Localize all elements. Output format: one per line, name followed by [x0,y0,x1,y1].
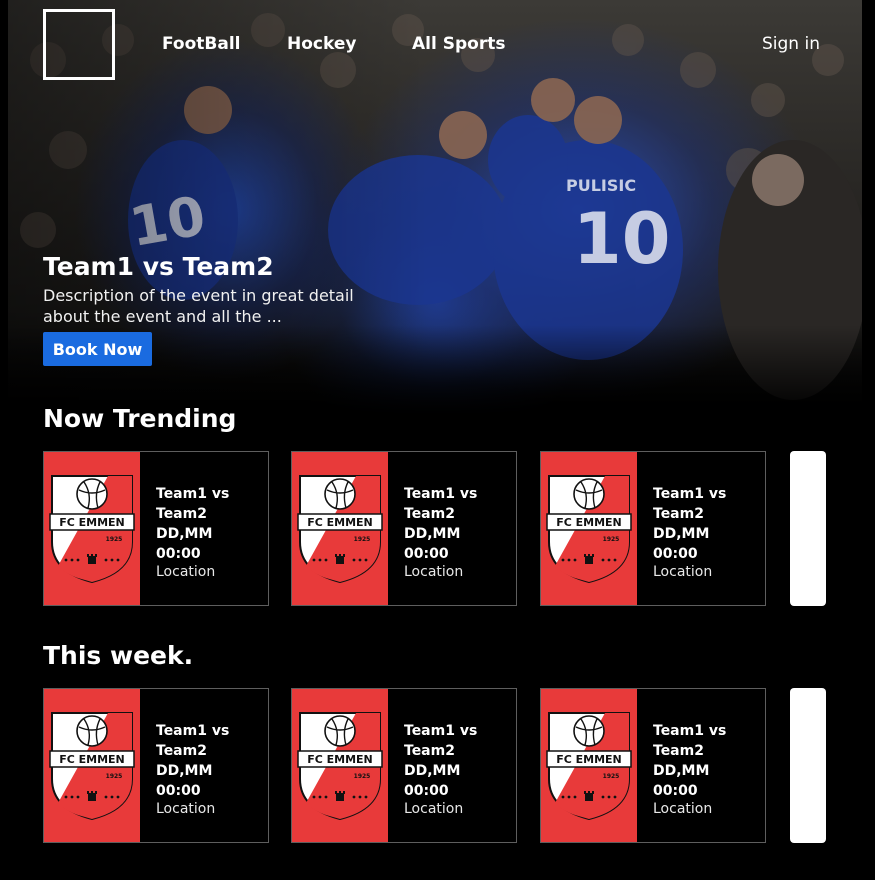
svg-text:FC EMMEN: FC EMMEN [59,516,125,529]
club-badge: FC EMMEN 1925 [44,452,140,605]
jersey-number-right: 10 [573,198,671,280]
nav-link-football[interactable]: FootBall [162,34,241,54]
event-card[interactable]: FC EMMEN 1925 Team1 vs Team2 DD,MM 00:00 … [540,688,766,843]
svg-text:1925: 1925 [354,536,371,543]
svg-text:1925: 1925 [354,773,371,780]
fc-emmen-crest-icon: FC EMMEN 1925 [546,474,632,583]
event-card-peek[interactable] [790,451,826,606]
event-date: DD,MM [404,763,461,779]
event-time: 00:00 [156,546,201,562]
event-location: Location [653,564,713,580]
svg-text:FC EMMEN: FC EMMEN [307,753,373,766]
event-teams: Team1 vs Team2 [653,486,727,522]
this-week-row: FC EMMEN 1925 Team1 vs Team2 DD,MM 00:00 … [43,688,833,843]
event-card[interactable]: FC EMMEN 1925 Team1 vs Team2 DD,MM 00:00 … [43,451,269,606]
book-now-button[interactable]: Book Now [43,332,152,366]
club-badge: FC EMMEN 1925 [44,689,140,842]
nav-link-hockey[interactable]: Hockey [287,34,356,54]
fc-emmen-crest-icon: FC EMMEN 1925 [546,711,632,820]
event-location: Location [156,564,216,580]
fc-emmen-crest-icon: FC EMMEN 1925 [297,711,383,820]
svg-text:FC EMMEN: FC EMMEN [556,753,622,766]
fc-emmen-crest-icon: FC EMMEN 1925 [49,474,135,583]
event-date: DD,MM [653,526,710,542]
club-badge: FC EMMEN 1925 [541,689,637,842]
event-teams: Team1 vs Team2 [156,723,230,759]
svg-text:1925: 1925 [106,536,123,543]
event-location: Location [653,801,713,817]
event-card[interactable]: FC EMMEN 1925 Team1 vs Team2 DD,MM 00:00 … [43,688,269,843]
trending-row: FC EMMEN 1925 Team1 vs Team2 DD,MM 00:00 … [43,451,833,606]
event-location: Location [156,801,216,817]
section-title-this-week: This week. [43,641,194,670]
event-teams: Team1 vs Team2 [404,486,478,522]
nav-link-all-sports[interactable]: All Sports [412,34,505,54]
hero-title: Team1 vs Team2 [43,252,274,281]
event-time: 00:00 [404,783,449,799]
event-time: 00:00 [404,546,449,562]
event-card[interactable]: FC EMMEN 1925 Team1 vs Team2 DD,MM 00:00 … [291,451,517,606]
svg-text:1925: 1925 [603,536,620,543]
event-teams: Team1 vs Team2 [404,723,478,759]
event-card-peek[interactable] [790,688,826,843]
svg-text:1925: 1925 [603,773,620,780]
event-date: DD,MM [653,763,710,779]
event-time: 00:00 [653,783,698,799]
section-title-trending: Now Trending [43,404,237,433]
event-teams: Team1 vs Team2 [156,486,230,522]
event-location: Location [404,564,464,580]
club-badge: FC EMMEN 1925 [541,452,637,605]
event-date: DD,MM [156,526,213,542]
jersey-name-right: PULISIC [566,176,637,195]
club-badge: FC EMMEN 1925 [292,452,388,605]
event-card[interactable]: FC EMMEN 1925 Team1 vs Team2 DD,MM 00:00 … [291,688,517,843]
svg-text:FC EMMEN: FC EMMEN [59,753,125,766]
event-card[interactable]: FC EMMEN 1925 Team1 vs Team2 DD,MM 00:00 … [540,451,766,606]
fc-emmen-crest-icon: FC EMMEN 1925 [297,474,383,583]
svg-text:FC EMMEN: FC EMMEN [307,516,373,529]
svg-text:FC EMMEN: FC EMMEN [556,516,622,529]
event-time: 00:00 [653,546,698,562]
sign-in-link[interactable]: Sign in [762,34,820,54]
svg-text:1925: 1925 [106,773,123,780]
event-date: DD,MM [404,526,461,542]
event-location: Location [404,801,464,817]
event-date: DD,MM [156,763,213,779]
fc-emmen-crest-icon: FC EMMEN 1925 [49,711,135,820]
logo-placeholder[interactable] [43,9,115,80]
club-badge: FC EMMEN 1925 [292,689,388,842]
hero-description: Description of the event in great detail… [43,286,354,326]
event-teams: Team1 vs Team2 [653,723,727,759]
event-time: 00:00 [156,783,201,799]
